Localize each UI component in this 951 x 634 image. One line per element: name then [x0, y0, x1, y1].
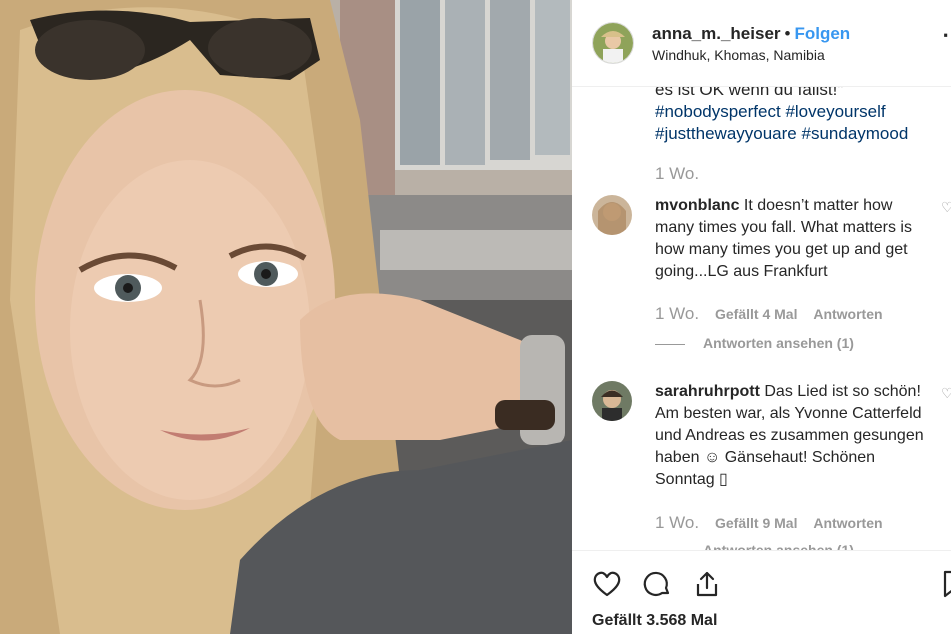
view-replies-label: Antworten ansehen (1) — [703, 335, 854, 351]
user-avatar[interactable] — [592, 22, 634, 64]
share-icon[interactable] — [692, 569, 722, 599]
bookmark-icon[interactable] — [939, 569, 951, 599]
comment-age[interactable]: 1 Wo. — [655, 513, 699, 532]
comment-body: sarahruhrpott Das Lied ist so schön! Am … — [655, 381, 925, 491]
comment-body: mvonblanc It doesn’t matter how many tim… — [655, 195, 925, 283]
username-link[interactable]: anna_m._heiser — [652, 24, 781, 43]
post-side-panel: anna_m._heiser • Folgen Windhuk, Khomas, N… — [572, 0, 951, 634]
caption-age[interactable]: 1 Wo. — [655, 164, 699, 183]
comment-username[interactable]: sarahruhrpott — [655, 383, 760, 400]
comment-likes[interactable]: Gefällt 9 Mal — [715, 515, 797, 531]
comment-likes[interactable]: Gefällt 4 Mal — [715, 306, 797, 322]
comments-list[interactable]: es ist OK wenn du fällst!" #nobodysperfe… — [572, 86, 951, 550]
location-link[interactable]: Windhuk, Khomas, Namibia — [652, 47, 825, 63]
user-line: anna_m._heiser • Folgen — [652, 24, 850, 44]
post-actions-bar: Gefällt 3.568 Mal — [572, 550, 951, 634]
hashtag-link[interactable]: #loveyourself — [785, 102, 885, 121]
view-replies-button[interactable]: Antworten ansehen (1) — [655, 335, 854, 351]
comment-meta: 1 Wo. Gefällt 4 Mal Antworten — [655, 304, 895, 324]
separator-dot: • — [784, 24, 791, 43]
comment-meta: 1 Wo. Gefällt 9 Mal Antworten — [655, 513, 895, 533]
post-likes-count[interactable]: Gefällt 3.568 Mal — [592, 612, 717, 630]
view-replies-button[interactable]: Antworten ansehen (1) — [655, 542, 854, 550]
post-photo[interactable] — [0, 0, 572, 634]
comment-icon[interactable] — [642, 569, 672, 599]
reply-button[interactable]: Antworten — [813, 515, 882, 531]
reply-button[interactable]: Antworten — [813, 306, 882, 322]
comment-age[interactable]: 1 Wo. — [655, 304, 699, 323]
follow-button[interactable]: Folgen — [794, 24, 850, 43]
replies-divider — [655, 343, 685, 345]
post-header: anna_m._heiser • Folgen Windhuk, Khomas, N… — [572, 0, 951, 87]
view-replies-label: Antworten ansehen (1) — [703, 542, 854, 550]
heart-icon[interactable] — [592, 569, 622, 599]
hashtag-link[interactable]: #justthewayyouare — [655, 124, 797, 143]
post-caption: es ist OK wenn du fällst!" #nobodysperfe… — [655, 86, 935, 145]
hashtag-link[interactable]: #nobodysperfect — [655, 102, 781, 121]
hashtag-link[interactable]: #sundaymood — [802, 124, 909, 143]
caption-text: es ist OK wenn du fällst!" — [655, 86, 844, 99]
commenter-avatar[interactable] — [592, 195, 632, 235]
selfie-image — [0, 0, 572, 634]
commenter-avatar[interactable] — [592, 381, 632, 421]
more-options-icon[interactable]: ⋯ — [942, 22, 951, 48]
comment-like-icon[interactable]: ♡ — [941, 385, 951, 402]
comment-username[interactable]: mvonblanc — [655, 197, 739, 214]
comment-like-icon[interactable]: ♡ — [941, 199, 951, 216]
caption-meta: 1 Wo. — [655, 164, 711, 184]
